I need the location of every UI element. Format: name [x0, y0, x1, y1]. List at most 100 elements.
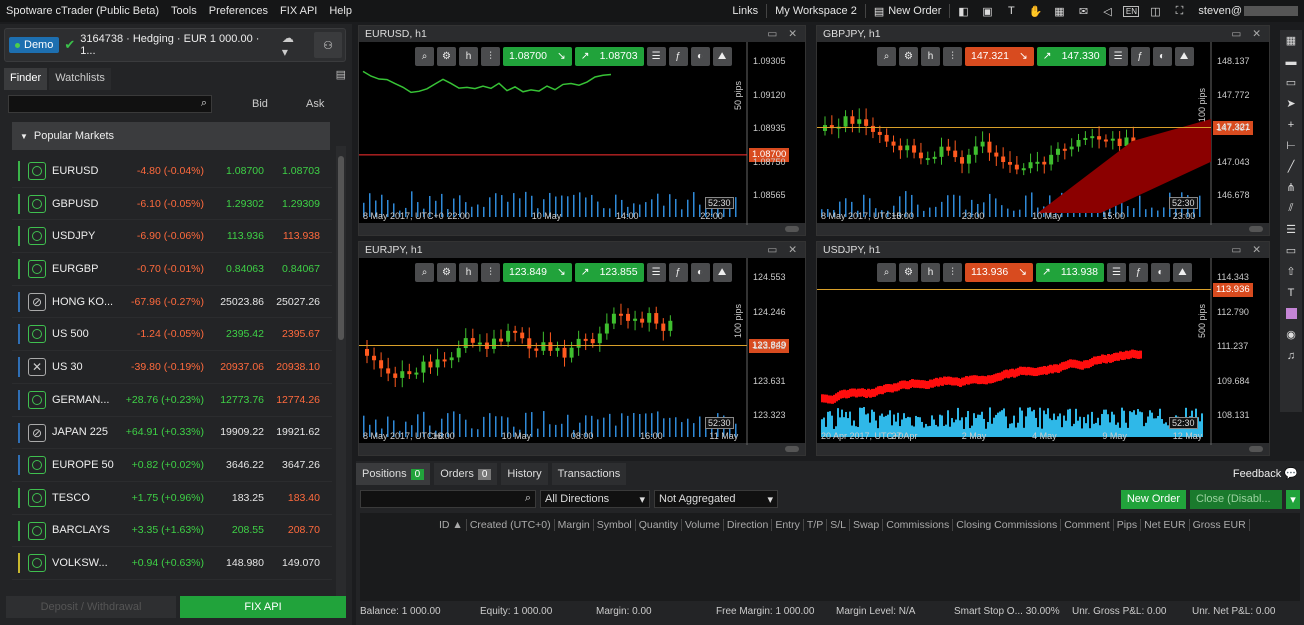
cloud-dropdown-icon[interactable]: ☁ ▾ [282, 31, 303, 59]
window-controls[interactable]: ▭ ✕ [767, 26, 801, 42]
menu-fix-api[interactable]: FIX API [274, 5, 323, 17]
symbol-ask[interactable]: 2395.67 [282, 328, 320, 340]
symbol-bid[interactable]: 2395.42 [226, 328, 264, 340]
cbot-icon[interactable]: ƒ [1129, 262, 1148, 282]
positions-search-input[interactable]: ⌕ [360, 490, 536, 508]
chart-settings-icon[interactable]: ⚙ [437, 262, 456, 282]
zoom-icon[interactable]: ⌕ [415, 262, 434, 282]
single-layout-icon[interactable]: ▬ [1280, 51, 1302, 72]
symbol-bid[interactable]: 0.84063 [226, 263, 264, 275]
tab-orders[interactable]: Orders 0 [434, 463, 498, 485]
scroll-thumb[interactable] [1249, 226, 1263, 232]
tab-positions[interactable]: Positions 0 [356, 463, 431, 485]
window-controls[interactable]: ▭ ✕ [1231, 242, 1265, 258]
list-menu-icon[interactable]: ▤ [336, 68, 346, 90]
cursor-icon[interactable]: ➤ [1280, 93, 1302, 114]
column-header[interactable]: Direction [724, 519, 773, 531]
chart-type-icon[interactable]: ⫶ [943, 262, 962, 282]
account-selector[interactable]: Demo ✔ 3164738 · Hedging · EUR 1 000.00 … [4, 28, 346, 62]
feedback-button[interactable]: Feedback 💬 [1233, 467, 1298, 480]
disabled-x-icon[interactable]: ✕ [28, 358, 46, 377]
buy-quick-trade-button[interactable]: ↗ 1.08703 [574, 46, 644, 66]
tab-watchlists[interactable]: Watchlists [49, 68, 111, 90]
objects-icon[interactable]: ◐ [690, 262, 710, 282]
template-icon[interactable]: ⛰ [1173, 262, 1192, 282]
scroll-thumb[interactable] [785, 226, 799, 232]
symbol-ask[interactable]: 20938.10 [276, 361, 320, 373]
symbol-bid[interactable]: 113.936 [227, 230, 264, 242]
chart-type-icon[interactable]: ⫶ [943, 46, 962, 66]
symbol-bid[interactable]: 1.29302 [226, 198, 264, 210]
buy-quick-trade-button[interactable]: ↗ 147.330 [1036, 46, 1106, 66]
close-options-dropdown[interactable]: ▾ [1286, 489, 1300, 509]
symbol-ask[interactable]: 12774.26 [276, 394, 320, 406]
aggregation-select[interactable]: Not Aggregated ▾ [654, 490, 778, 508]
symbol-bid[interactable]: 3646.22 [226, 459, 264, 471]
text-size-icon[interactable]: T [1000, 3, 1022, 19]
column-header[interactable]: Swap [850, 519, 884, 531]
chart-type-icon[interactable]: ⫶ [481, 262, 500, 282]
symbol-row[interactable]: GBPUSD -6.10 (-0.05%) 1.29302 1.29309 [12, 188, 332, 221]
indicators-icon[interactable]: ☰ [646, 46, 666, 66]
column-header[interactable]: Gross EUR [1190, 519, 1250, 531]
column-header[interactable]: Volume [682, 519, 724, 531]
open-trade-icon[interactable] [28, 554, 46, 573]
workspace-button[interactable]: My Workspace 2 [769, 5, 863, 17]
indicators-icon[interactable]: ☰ [1108, 46, 1128, 66]
close-all-button[interactable]: Close (Disabl... [1190, 489, 1282, 509]
timeframe-button[interactable]: h [459, 46, 478, 66]
symbol-row[interactable]: ✕ US 30 -39.80 (-0.19%) 20937.06 20938.10 [12, 351, 332, 384]
window-controls[interactable]: ▭ ✕ [767, 242, 801, 258]
symbol-ask[interactable]: 183.40 [288, 492, 320, 504]
sell-quick-trade-button[interactable]: 123.849 ↘ [503, 262, 572, 282]
timeframe-button[interactable]: h [921, 262, 940, 282]
panels-icon[interactable]: ◫ [1144, 3, 1166, 19]
symbol-list-scrollbar[interactable] [336, 146, 346, 608]
column-header[interactable]: Commissions [883, 519, 954, 531]
column-header[interactable]: T/P [804, 519, 828, 531]
buy-quick-trade-button[interactable]: ↗ 123.855 [574, 262, 644, 282]
fix-api-button[interactable]: FIX API [180, 596, 346, 618]
symbol-bid[interactable]: 148.980 [226, 557, 264, 569]
column-header[interactable]: Net EUR [1141, 519, 1190, 531]
cbot-icon[interactable]: ƒ [668, 46, 688, 66]
indicators-icon[interactable]: ☰ [646, 262, 666, 282]
cbot-icon[interactable]: ƒ [668, 262, 688, 282]
color-swatch-icon[interactable] [1280, 303, 1302, 324]
open-trade-icon[interactable] [28, 456, 46, 475]
user-menu[interactable]: steven@ [1192, 5, 1242, 17]
buy-quick-trade-button[interactable]: ↗ 113.938 [1036, 262, 1104, 282]
window-controls[interactable]: ▭ ✕ [1231, 26, 1265, 42]
symbol-bid[interactable]: 1.08700 [226, 165, 264, 177]
alert-bell-icon[interactable]: ♫ [1280, 345, 1302, 366]
tab-history[interactable]: History [501, 463, 548, 485]
new-order-button[interactable]: New Order [1120, 489, 1186, 509]
symbol-row[interactable]: US 500 -1.24 (-0.05%) 2395.42 2395.67 [12, 318, 332, 352]
scroll-thumb[interactable] [1249, 446, 1263, 452]
chart-settings-icon[interactable]: ⚙ [437, 46, 456, 66]
column-header[interactable]: ID ▲ [436, 519, 467, 531]
menu-tools[interactable]: Tools [165, 5, 203, 17]
symbol-bid[interactable]: 25023.86 [220, 296, 264, 308]
links-button[interactable]: Links [726, 5, 764, 17]
open-trade-icon[interactable] [28, 390, 46, 409]
indicators-icon[interactable]: ☰ [1107, 262, 1126, 282]
symbol-ask[interactable]: 149.070 [282, 557, 320, 569]
column-header[interactable]: Pips [1114, 519, 1142, 531]
menu-help[interactable]: Help [323, 5, 358, 17]
template-icon[interactable]: ⛰ [1174, 46, 1194, 66]
column-header[interactable]: Closing Commissions [953, 519, 1062, 531]
tab-finder[interactable]: Finder [4, 68, 48, 90]
price-plot[interactable] [359, 258, 807, 445]
chart-window[interactable]: USDJPY, h1 ▭ ✕ 113.936 114.343 112.790 111.23… [816, 241, 1270, 456]
open-trade-icon[interactable] [28, 325, 46, 344]
new-order-menu-button[interactable]: ▤ New Order [868, 5, 948, 18]
chart-window[interactable]: GBPJPY, h1 ▭ ✕ 147.321 148.137 147.772 147.40… [816, 25, 1270, 236]
open-trade-icon[interactable] [28, 488, 46, 507]
open-trade-icon[interactable] [28, 521, 46, 540]
horizontal-line-icon[interactable]: ⊢ [1280, 135, 1302, 156]
timeframe-button[interactable]: h [459, 262, 478, 282]
language-icon[interactable]: EN [1123, 5, 1140, 17]
column-header[interactable]: Entry [772, 519, 804, 531]
price-plot[interactable] [359, 42, 807, 225]
